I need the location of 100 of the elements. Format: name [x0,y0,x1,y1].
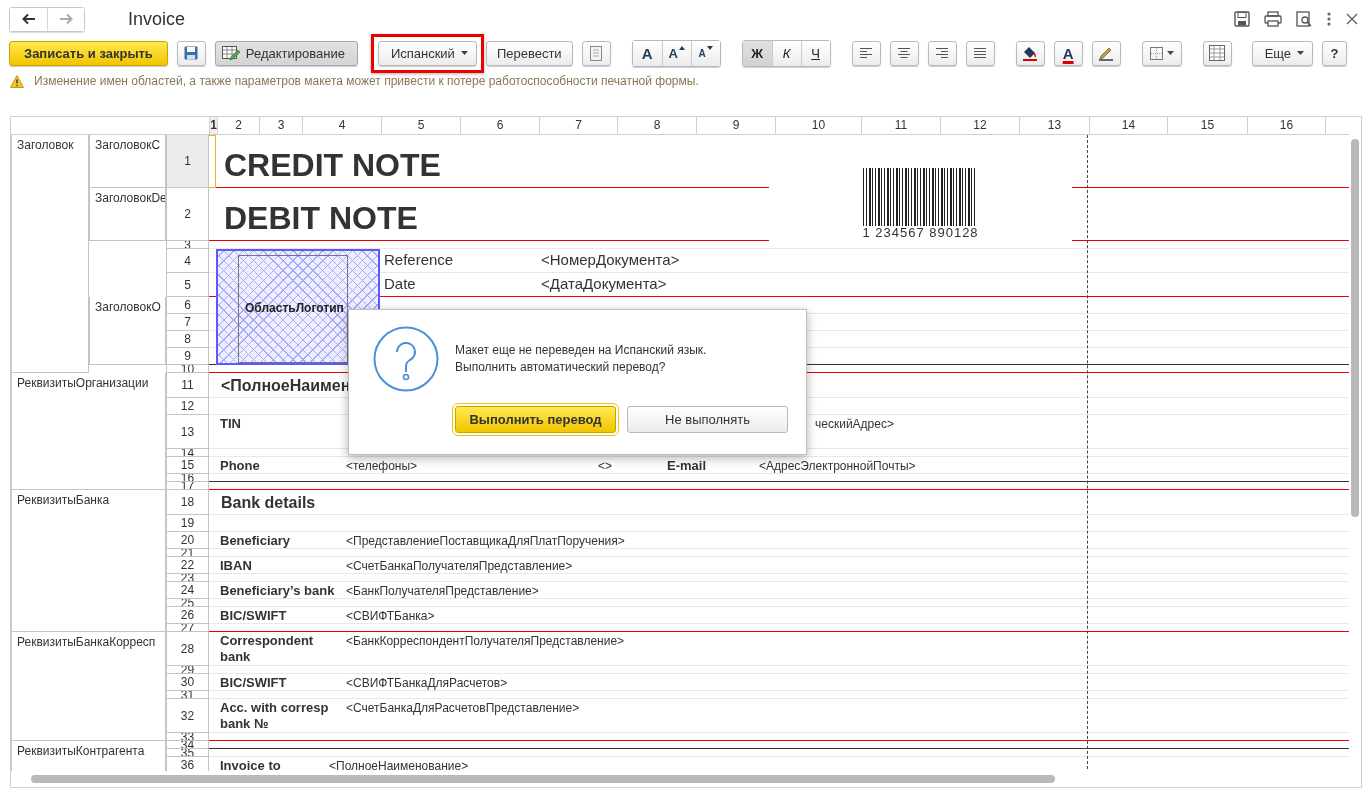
text-align-icon [898,48,911,58]
dialog-message: Выполнить автоматический перевод? [455,359,667,376]
sheet-cell-text: <АдресЭлектроннойПочты> [758,458,917,475]
format-button[interactable]: Ж [742,40,772,66]
table-icon [1209,45,1226,61]
column-header[interactable]: 10 [775,117,861,134]
sheet-cell-text: Beneficiary’s bank [219,582,336,600]
sheet-cell-text: Invoice to [219,757,282,771]
sheet-cell-text: <> [597,458,613,475]
back-button[interactable] [10,7,47,31]
align-button[interactable] [965,40,995,66]
row-number[interactable]: 19 [166,515,209,532]
toolbar-button[interactable]: ? [1322,40,1348,66]
row-number[interactable]: 11 [166,373,209,398]
fill-color-button[interactable] [1015,40,1045,66]
column-header[interactable]: 12 [940,117,1019,134]
dialog-message: Макет еще не переведен на Испанский язык. [455,342,707,359]
row-number[interactable]: 4 [166,249,209,273]
row-number[interactable]: 3 [166,241,209,249]
sheet-cell-text: <ПредставлениеПоставщикаДляПлатПоручения> [345,533,626,550]
column-header[interactable]: 13 [1019,117,1089,134]
sheet-cell-text: E-mail [666,457,707,475]
pencil-icon [1098,45,1115,61]
toolbar-button[interactable]: Перевести [485,40,573,66]
column-header[interactable]: 1 [209,117,217,134]
row-number[interactable]: 24 [166,582,209,599]
column-header[interactable]: 15 [1167,117,1247,134]
dialog-button[interactable]: Не выполнять [627,406,788,433]
row-number[interactable]: 32 [166,699,209,733]
dropdown-button[interactable]: Еще [1251,40,1314,66]
row-number[interactable]: 5 [166,273,209,297]
text-align-icon [936,48,949,58]
close-icon[interactable] [1346,13,1358,25]
sheet-cell-text: TIN [219,415,242,433]
page-button[interactable] [581,40,611,66]
format-button[interactable]: A [690,40,720,66]
logo-area-label: ОбластьЛоготип [245,301,344,315]
row-number[interactable]: 6 [166,297,209,314]
save-button[interactable] [176,40,206,66]
caret-icon [1166,51,1174,55]
column-header[interactable]: 9 [696,117,775,134]
dialog-button[interactable]: Выполнить перевод [455,406,616,433]
align-button[interactable] [927,40,957,66]
column-header[interactable]: 14 [1089,117,1167,134]
align-button[interactable] [889,40,919,66]
format-button[interactable]: A [661,40,691,66]
borders-button[interactable] [1141,40,1182,66]
column-header[interactable]: 4 [302,117,381,134]
logo-area[interactable]: ОбластьЛоготип [216,249,380,365]
row-number[interactable]: 17 [166,482,209,490]
preview-icon[interactable] [1296,11,1312,27]
row-number[interactable]: 13 [166,415,209,449]
sheet-cell-text: <НомерДокумента> [540,250,681,270]
more-icon[interactable] [1326,11,1332,27]
column-header[interactable]: 7 [539,117,617,134]
row-number[interactable]: 8 [166,331,209,348]
row-number[interactable]: 36 [166,757,209,771]
row-number[interactable]: 30 [166,674,209,691]
highlighter-button[interactable] [1091,40,1121,66]
edit-mode-toggle[interactable]: Редактирование [214,40,358,66]
column-header[interactable]: 5 [381,117,460,134]
sheet-cell-text: <БанкКорреспондентПолучателяПредставление> [345,633,626,650]
sheet-cell-text: <СВИФТБанкаДляРасчетов> [345,675,509,692]
row-number[interactable]: 12 [166,398,209,415]
area-name: Заголовок [11,135,89,373]
font-color-button[interactable]: A [1053,40,1083,66]
warning-icon [10,74,24,88]
row-number[interactable]: 2 [166,188,209,241]
format-button[interactable]: К [771,40,801,66]
row-number[interactable]: 20 [166,532,209,549]
column-header[interactable]: 2 [217,117,259,134]
sheet-cell-text: BIC/SWIFT [219,607,288,625]
text-align-icon [860,48,873,58]
caret-icon [1297,51,1305,55]
save-and-close-button[interactable]: Записать и закрыть [9,40,168,66]
format-button[interactable]: Ч [800,40,830,66]
align-button[interactable] [851,40,881,66]
row-number[interactable]: 15 [166,457,209,474]
row-number[interactable]: 9 [166,348,209,365]
printer-icon[interactable] [1264,11,1282,27]
sheet-cell-text: DEBIT NOTE [223,199,419,237]
warning-text: Изменение имен областей, а также параметров макета может привести к потере работоспособности печатной формы. [34,74,699,88]
paint-bucket-icon [1022,45,1039,61]
table-button[interactable] [1202,40,1232,66]
row-number[interactable]: 22 [166,557,209,574]
row-number[interactable]: 18 [166,490,209,515]
row-number[interactable]: 26 [166,607,209,624]
row-number[interactable]: 28 [166,632,209,666]
column-header[interactable]: 3 [259,117,302,134]
sheet-cell-text: <ПолноеНаимен [220,376,352,395]
column-header[interactable]: 8 [617,117,696,134]
column-header[interactable]: 11 [861,117,940,134]
dropdown-button[interactable]: Испанский [377,40,477,66]
column-header[interactable]: 16 [1247,117,1325,134]
sheet-cell-text: BIC/SWIFT [219,674,288,692]
row-number[interactable]: 7 [166,314,209,331]
row-number[interactable]: 1 [166,135,209,188]
format-button[interactable]: A [632,40,662,66]
column-header[interactable]: 6 [460,117,539,134]
question-icon [373,326,439,392]
